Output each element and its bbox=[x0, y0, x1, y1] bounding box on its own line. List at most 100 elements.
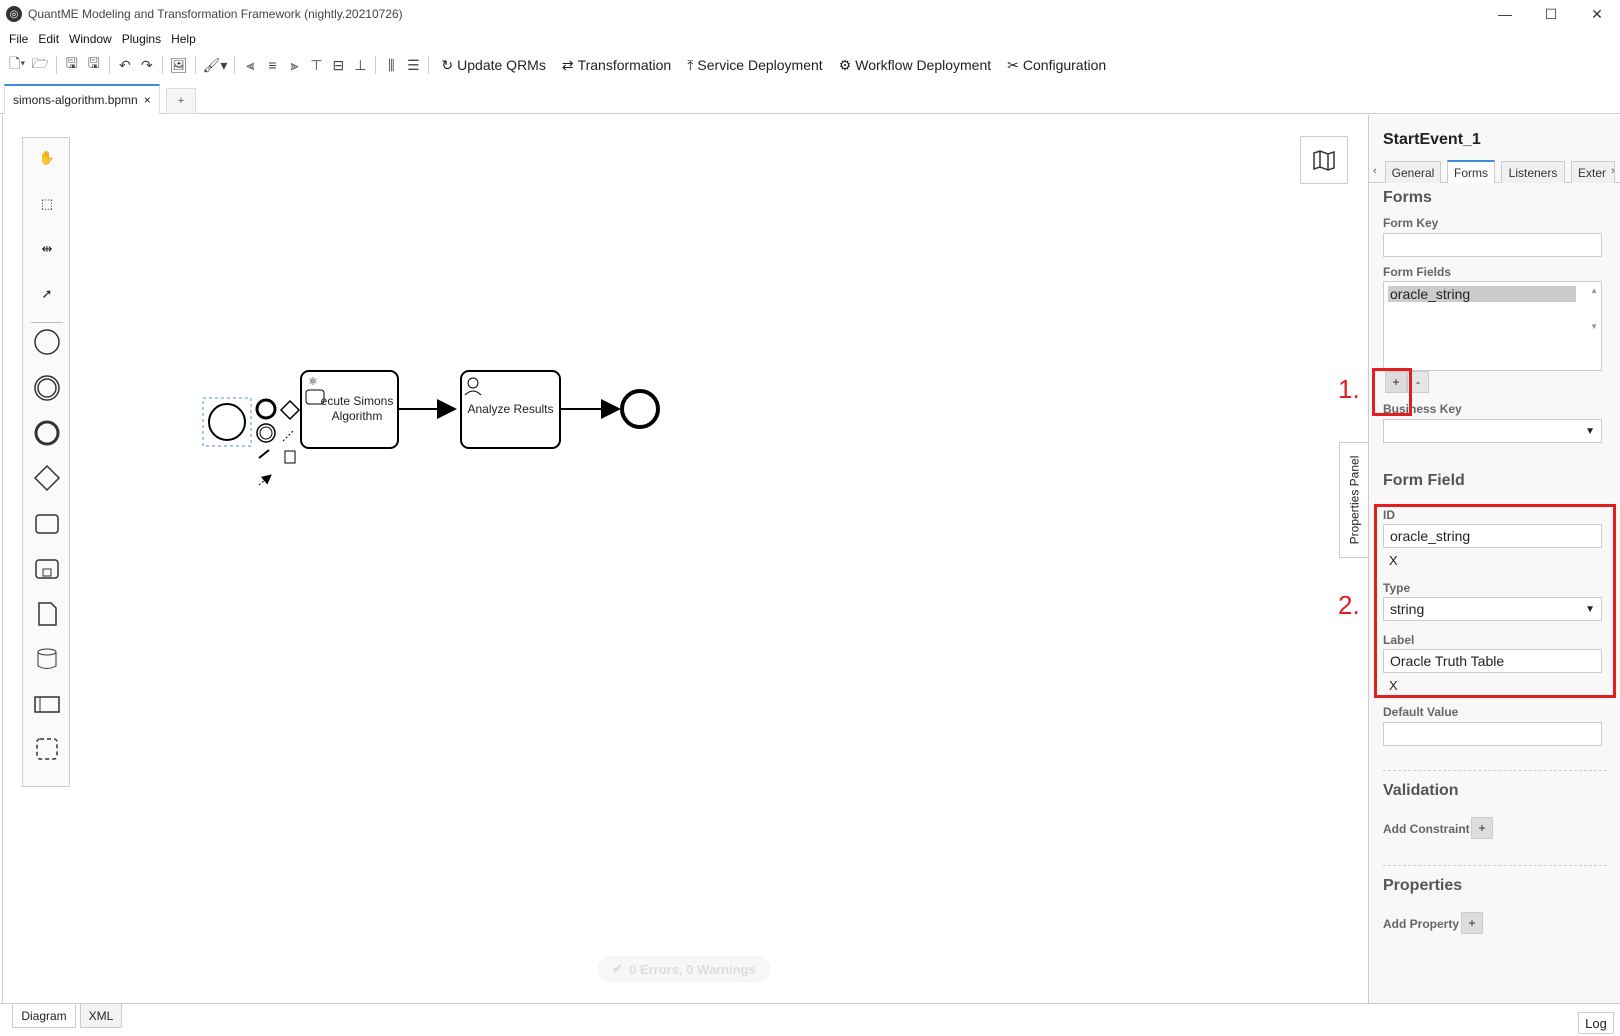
tab-forms[interactable]: Forms bbox=[1447, 160, 1495, 183]
menu-edit[interactable]: Edit bbox=[33, 32, 64, 46]
task-tool-icon[interactable] bbox=[31, 508, 63, 540]
menu-plugins[interactable]: Plugins bbox=[117, 32, 166, 46]
list-scrollbar[interactable]: ▲ ▼ bbox=[1590, 286, 1598, 331]
intermediate-event-tool-icon[interactable] bbox=[31, 372, 63, 404]
separator bbox=[234, 56, 236, 74]
separator bbox=[108, 56, 110, 74]
configuration-button[interactable]: ✂ Configuration bbox=[999, 54, 1114, 76]
menu-file[interactable]: File bbox=[4, 32, 33, 46]
bpmn-diagram: ⚛ bbox=[202, 370, 660, 486]
user-task-icon bbox=[467, 377, 479, 389]
form-key-label: Form Key bbox=[1383, 216, 1439, 230]
separator bbox=[375, 56, 377, 74]
separator bbox=[194, 56, 196, 74]
refresh-icon: ↻ bbox=[441, 56, 454, 73]
minimap-toggle-button[interactable] bbox=[1300, 136, 1348, 184]
end-event[interactable] bbox=[620, 389, 660, 429]
align-bottom-icon[interactable]: ⊥ bbox=[349, 54, 371, 76]
annotation-number-1: 1. bbox=[1338, 374, 1360, 404]
service-deployment-button[interactable]: ⤒ Service Deployment bbox=[679, 54, 830, 76]
transformation-button[interactable]: ⇄ Transformation bbox=[554, 54, 679, 76]
align-center-icon[interactable]: ≡ bbox=[261, 54, 283, 76]
tab-extensions[interactable]: Exter bbox=[1571, 161, 1615, 183]
diagram-canvas[interactable]: ⚛ ecute Simons Algorithm Analyze Results bbox=[2, 115, 1368, 1003]
default-value-label: Default Value bbox=[1383, 705, 1459, 719]
tabs-scroll-right-icon[interactable]: › bbox=[1611, 165, 1615, 177]
save-as-icon[interactable]: 🖫 bbox=[83, 54, 105, 76]
tab-listeners[interactable]: Listeners bbox=[1501, 161, 1565, 183]
space-tool-icon[interactable]: ⇹ bbox=[31, 233, 63, 265]
menu-help[interactable]: Help bbox=[166, 32, 201, 46]
form-key-input[interactable] bbox=[1383, 233, 1602, 257]
atom-icon: ⚛ bbox=[308, 376, 318, 388]
data-object-tool-icon[interactable] bbox=[31, 598, 63, 630]
tab-xml[interactable]: XML bbox=[80, 1004, 122, 1028]
start-event-tool-icon[interactable] bbox=[31, 326, 63, 358]
add-constraint-button[interactable]: + bbox=[1471, 817, 1493, 839]
wrench-icon[interactable] bbox=[258, 449, 270, 459]
transform-icon: ⇄ bbox=[561, 56, 574, 73]
data-store-tool-icon[interactable] bbox=[31, 643, 63, 675]
separator bbox=[428, 56, 430, 74]
align-middle-icon[interactable]: ⊟ bbox=[327, 54, 349, 76]
append-gateway-icon[interactable] bbox=[279, 399, 301, 421]
subprocess-tool-icon[interactable] bbox=[31, 553, 63, 585]
add-constraint-label: Add Constraint bbox=[1383, 822, 1470, 836]
app-logo-icon: ◎ bbox=[6, 6, 22, 22]
lasso-tool-icon[interactable]: ⬚ bbox=[31, 188, 63, 220]
distribute-vertical-icon[interactable]: ☰ bbox=[402, 54, 424, 76]
check-icon: ✔ bbox=[612, 961, 624, 976]
window-title: QuantME Modeling and Transformation Fram… bbox=[28, 7, 403, 21]
new-file-icon[interactable]: 🗋▾ bbox=[6, 54, 28, 76]
gateway-tool-icon[interactable] bbox=[31, 462, 63, 494]
connect-icon[interactable] bbox=[258, 474, 272, 486]
minimize-button[interactable]: — bbox=[1482, 0, 1528, 28]
pool-tool-icon[interactable] bbox=[31, 688, 63, 720]
bottom-bar: Diagram XML Log bbox=[0, 1003, 1620, 1036]
tab-diagram[interactable]: Diagram bbox=[12, 1004, 76, 1028]
delete-trash-icon[interactable] bbox=[284, 450, 296, 464]
distribute-horizontal-icon[interactable]: ⫼ bbox=[380, 54, 402, 76]
save-icon[interactable]: 🖫 bbox=[61, 54, 83, 76]
file-tab[interactable]: simons-algorithm.bpmn × bbox=[4, 84, 160, 114]
redo-icon[interactable]: ↷ bbox=[136, 54, 158, 76]
menu-window[interactable]: Window bbox=[64, 32, 117, 46]
menu-bar: File Edit Window Plugins Help bbox=[0, 28, 201, 50]
lint-status[interactable]: ✔ 0 Errors, 0 Warnings bbox=[598, 956, 770, 982]
color-brush-icon[interactable]: 🖌▾ bbox=[200, 54, 231, 76]
align-right-icon[interactable]: ⫸ bbox=[283, 54, 305, 76]
form-fields-list[interactable]: oracle_string ▲ ▼ bbox=[1383, 281, 1602, 371]
close-button[interactable]: ✕ bbox=[1574, 0, 1620, 28]
tools-icon: ✂ bbox=[1007, 56, 1019, 73]
divider bbox=[1383, 770, 1607, 771]
align-left-icon[interactable]: ⫷ bbox=[239, 54, 261, 76]
default-value-input[interactable] bbox=[1383, 722, 1602, 746]
add-tab-button[interactable]: + bbox=[166, 88, 196, 114]
align-top-icon[interactable]: ⊤ bbox=[305, 54, 327, 76]
start-event[interactable] bbox=[208, 403, 246, 441]
form-fields-label: Form Fields bbox=[1383, 265, 1452, 279]
append-end-event-icon[interactable] bbox=[255, 398, 277, 420]
end-event-tool-icon[interactable] bbox=[31, 417, 63, 449]
tab-general[interactable]: General bbox=[1385, 161, 1441, 183]
add-property-label: Add Property bbox=[1383, 917, 1460, 931]
maximize-button[interactable]: ☐ bbox=[1528, 0, 1574, 28]
connect-tool-icon[interactable]: ➚ bbox=[31, 278, 63, 310]
business-key-select[interactable]: ▼ bbox=[1383, 419, 1602, 443]
log-button[interactable]: Log bbox=[1578, 1012, 1614, 1034]
group-tool-icon[interactable] bbox=[31, 733, 63, 765]
workflow-deployment-button[interactable]: ⚙ Workflow Deployment bbox=[831, 54, 999, 76]
toolbar: 🗋▾ 🗁 🖫 🖫 ↶ ↷ 🖼 🖌▾ ⫷ ≡ ⫸ ⊤ ⊟ ⊥ ⫼ ☰ ↻ Updat… bbox=[0, 52, 1114, 78]
properties-panel-toggle[interactable]: Properties Panel bbox=[1339, 442, 1369, 558]
update-qrms-button[interactable]: ↻ Update QRMs bbox=[433, 54, 553, 76]
form-field-item[interactable]: oracle_string bbox=[1388, 286, 1576, 302]
file-tab-bar: simons-algorithm.bpmn × + bbox=[0, 84, 1620, 114]
tabs-scroll-left-icon[interactable]: ‹ bbox=[1373, 165, 1377, 177]
close-tab-icon[interactable]: × bbox=[144, 93, 151, 107]
undo-icon[interactable]: ↶ bbox=[114, 54, 136, 76]
open-folder-icon[interactable]: 🗁 bbox=[28, 54, 51, 76]
add-property-button[interactable]: + bbox=[1461, 912, 1483, 934]
hand-tool-icon[interactable]: ✋ bbox=[31, 142, 63, 174]
append-text-annotation-icon[interactable] bbox=[282, 430, 294, 442]
export-image-icon[interactable]: 🖼 bbox=[167, 54, 191, 76]
